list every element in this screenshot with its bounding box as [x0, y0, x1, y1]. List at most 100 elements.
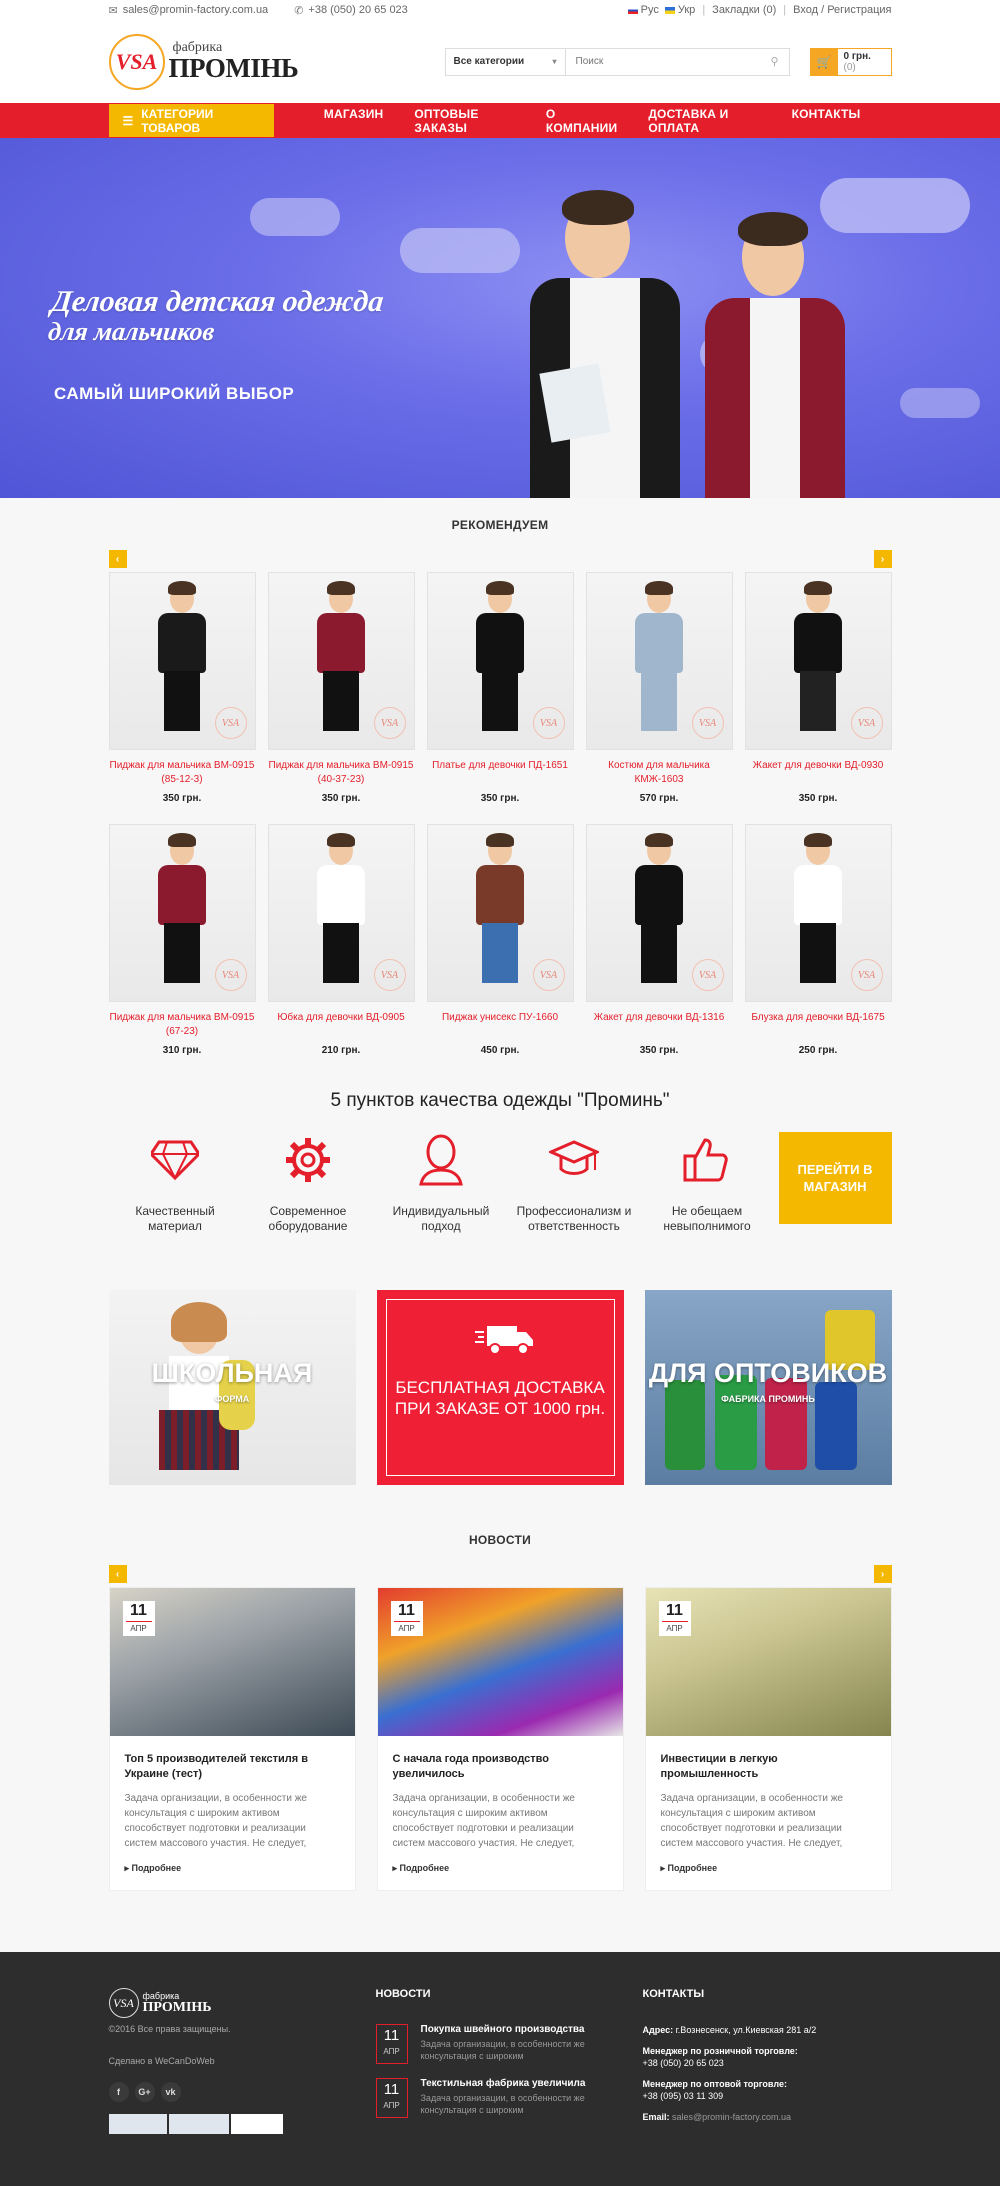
- product-card[interactable]: VSA Жакет для девочки ВД-1316 350 грн.: [585, 824, 733, 1056]
- product-name[interactable]: Жакет для девочки ВД-0930: [745, 759, 892, 787]
- chevron-right-icon: ▸: [124, 1863, 132, 1873]
- lang-ua[interactable]: Укр: [678, 4, 695, 16]
- product-name[interactable]: Жакет для девочки ВД-1316: [586, 1011, 733, 1039]
- product-card[interactable]: VSA Костюм для мальчика КМЖ-1603 570 грн.: [585, 572, 733, 804]
- news-card-title[interactable]: Инвестиции в легкую промышленность: [661, 1752, 876, 1782]
- carousel-prev-button[interactable]: ‹: [108, 1565, 127, 1583]
- vk-icon[interactable]: vk: [160, 2082, 181, 2102]
- search-icon[interactable]: ⚲: [761, 49, 789, 75]
- footer-email[interactable]: Email: sales@promin-factory.com.ua: [643, 2111, 892, 2123]
- product-card[interactable]: VSA Юбка для девочки ВД-0905 210 грн.: [267, 824, 415, 1056]
- product-image[interactable]: VSA: [426, 824, 574, 1002]
- footer-contacts-title: КОНТАКТЫ: [642, 1988, 705, 2000]
- cloud-decoration: [250, 198, 340, 236]
- nav-item-delivery[interactable]: ДОСТАВКА И ОПЛАТА: [648, 107, 760, 135]
- footer-logo[interactable]: VSA фабрика ПРОМІНЬ: [108, 1988, 376, 2018]
- read-more-link[interactable]: ▸ Подробнее: [661, 1863, 876, 1874]
- carousel-prev-button[interactable]: ‹: [108, 550, 127, 568]
- lang-ru[interactable]: Рус: [641, 4, 659, 16]
- product-card[interactable]: VSA Пиджак унисекс ПУ-1660 450 грн.: [426, 824, 574, 1056]
- carousel-next-button[interactable]: ›: [873, 1565, 892, 1583]
- topbar-phone[interactable]: +38 (050) 20 65 023: [308, 4, 407, 16]
- quality-label: Профессионализм и ответственность: [516, 1204, 632, 1233]
- news-card[interactable]: 11 АПР Инвестиции в легкую промышленность З…: [644, 1587, 892, 1891]
- product-price: 570 грн.: [639, 793, 679, 804]
- nav-item-wholesale[interactable]: ОПТОВЫЕ ЗАКАЗЫ: [414, 107, 514, 135]
- product-card[interactable]: VSA Пиджак для мальчика ВМ-0915 (85-12-3)…: [108, 572, 256, 804]
- nav-item-shop[interactable]: МАГАЗИН: [324, 107, 384, 135]
- news-card[interactable]: 11 АПР С начала года производство увеличил…: [376, 1587, 624, 1891]
- graduation-cap-icon: [508, 1130, 641, 1190]
- footer-news-title-text: Текстильная фабрика увеличила: [420, 2078, 586, 2089]
- go-to-shop-button[interactable]: ПЕРЕЙТИ В МАГАЗИН: [778, 1132, 892, 1224]
- counter-badge-icon[interactable]: [108, 2114, 167, 2134]
- news-month: АПР: [130, 1624, 147, 1633]
- hero-title-line1: Деловая детская одежда: [49, 285, 386, 318]
- search-bar: Все категории ▾ ⚲: [444, 47, 790, 76]
- nav-item-contacts[interactable]: КОНТАКТЫ: [792, 107, 861, 135]
- free-delivery-banner[interactable]: БЕСПЛАТНАЯ ДОСТАВКА ПРИ ЗАКАЗЕ ОТ 1000 г…: [376, 1290, 624, 1485]
- carousel-next-button[interactable]: ›: [873, 550, 892, 568]
- watermark-logo-icon: VSA: [850, 959, 883, 991]
- read-more-link[interactable]: ▸ Подробнее: [125, 1863, 340, 1874]
- facebook-icon[interactable]: f: [108, 2082, 129, 2102]
- login-link[interactable]: Вход / Регистрация: [793, 4, 891, 16]
- nav-item-about[interactable]: О КОМПАНИИ: [546, 107, 617, 135]
- watermark-logo-icon: VSA: [850, 707, 883, 739]
- product-card[interactable]: VSA Блузка для девочки ВД-1675 250 грн.: [744, 824, 892, 1056]
- google-plus-icon[interactable]: G+: [134, 2082, 155, 2102]
- product-name[interactable]: Пиджак унисекс ПУ-1660: [427, 1011, 574, 1039]
- cart-button[interactable]: 🛒 0 грн. (0): [809, 47, 892, 76]
- stats-badge-icon[interactable]: [168, 2114, 229, 2134]
- product-card[interactable]: VSA Платье для девочки ПД-1651 350 грн.: [426, 572, 574, 804]
- news-day: 11: [393, 1601, 420, 1622]
- school-uniform-banner[interactable]: ШКОЛЬНАЯ ФОРМА: [108, 1290, 356, 1485]
- wholesale-banner[interactable]: ДЛЯ ОПТОВИКОВ ФАБРИКА ПРОМИНЬ: [644, 1290, 892, 1485]
- product-image[interactable]: VSA: [585, 824, 733, 1002]
- product-image[interactable]: VSA: [744, 572, 892, 750]
- product-name[interactable]: Платье для девочки ПД-1651: [427, 759, 574, 787]
- search-category-label: Все категории: [453, 56, 525, 67]
- product-name[interactable]: Юбка для девочки ВД-0905: [268, 1011, 415, 1039]
- product-name[interactable]: Костюм для мальчика КМЖ-1603: [586, 759, 733, 787]
- quality-item: Не обещаем невыполнимого: [641, 1130, 774, 1234]
- product-name[interactable]: Пиджак для мальчика ВМ-0915 (67-23): [109, 1011, 256, 1039]
- topbar-email[interactable]: sales@promin-factory.com.ua: [123, 4, 268, 16]
- logo[interactable]: VSA фабрика ПРОМІНЬ: [108, 33, 299, 90]
- categories-button[interactable]: ☰ КАТЕГОРИИ ТОВАРОВ: [108, 104, 274, 137]
- search-input[interactable]: [565, 48, 761, 75]
- product-image[interactable]: VSA: [267, 572, 415, 750]
- product-image[interactable]: VSA: [108, 824, 256, 1002]
- news-image[interactable]: 11 АПР: [377, 1588, 623, 1736]
- news-image[interactable]: 11 АПР: [645, 1588, 891, 1736]
- news-card[interactable]: 11 АПР Топ 5 производителей текстиля в Укр…: [108, 1587, 356, 1891]
- news-card-title[interactable]: С начала года производство увеличилось: [393, 1752, 608, 1782]
- hero-boy-image: [520, 168, 690, 498]
- news-image[interactable]: 11 АПР: [109, 1588, 355, 1736]
- made-by-link[interactable]: Сделано в WeCanDoWeb: [109, 2056, 376, 2066]
- news-card-title[interactable]: Топ 5 производителей текстиля в Украине …: [125, 1752, 340, 1782]
- product-name[interactable]: Блузка для девочки ВД-1675: [745, 1011, 892, 1039]
- product-image[interactable]: VSA: [426, 572, 574, 750]
- footer-news-day: 11: [383, 2027, 400, 2044]
- uall-badge-icon[interactable]: [230, 2114, 283, 2134]
- bookmarks-link[interactable]: Закладки (0): [712, 4, 776, 16]
- product-image[interactable]: VSA: [108, 572, 256, 750]
- footer-news-item[interactable]: 11 АПР Текстильная фабрика увеличила Задач…: [375, 2078, 643, 2118]
- product-card[interactable]: VSA Пиджак для мальчика ВМ-0915 (40-37-23…: [267, 572, 415, 804]
- product-card[interactable]: VSA Пиджак для мальчика ВМ-0915 (67-23) 31…: [108, 824, 256, 1056]
- news-day: 11: [661, 1601, 688, 1622]
- product-price: 310 грн.: [162, 1045, 202, 1056]
- footer-news-item[interactable]: 11 АПР Покупка швейного производства Задач…: [375, 2024, 643, 2064]
- search-category-select[interactable]: Все категории ▾: [446, 48, 566, 75]
- read-more-link[interactable]: ▸ Подробнее: [393, 1863, 608, 1874]
- phone-icon: ✆: [294, 4, 304, 17]
- product-image[interactable]: VSA: [744, 824, 892, 1002]
- hero-banner[interactable]: Деловая детская одежда для мальчиков САМ…: [0, 138, 1000, 498]
- product-image[interactable]: VSA: [267, 824, 415, 1002]
- product-name[interactable]: Пиджак для мальчика ВМ-0915 (40-37-23): [268, 759, 415, 787]
- product-image[interactable]: VSA: [585, 572, 733, 750]
- footer-news-text: Задача организации, в особенности же кон…: [420, 2039, 585, 2061]
- product-card[interactable]: VSA Жакет для девочки ВД-0930 350 грн.: [744, 572, 892, 804]
- product-name[interactable]: Пиджак для мальчика ВМ-0915 (85-12-3): [109, 759, 256, 787]
